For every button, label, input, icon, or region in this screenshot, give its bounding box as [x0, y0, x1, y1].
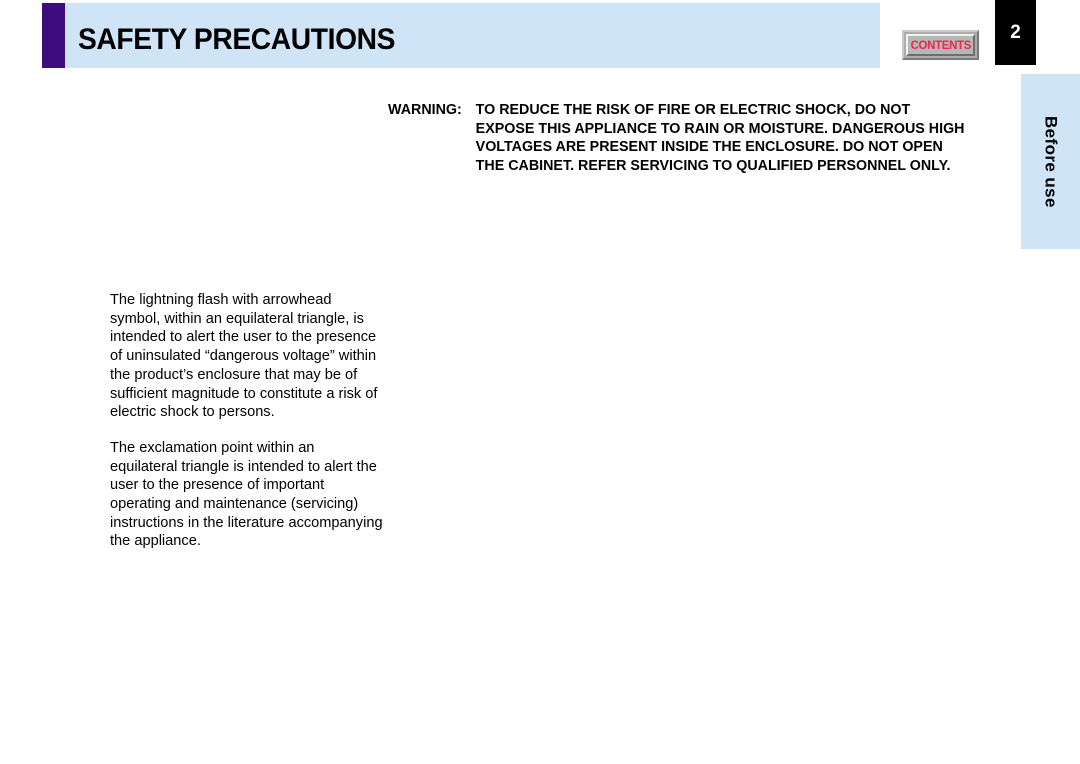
- section-tab-label: Before use: [1041, 115, 1061, 208]
- body-paragraph: The exclamation point within an equilate…: [110, 439, 383, 550]
- warning-block: WARNING: TO REDUCE THE RISK OF FIRE OR EL…: [388, 101, 1013, 175]
- header-accent-bar: [42, 3, 65, 68]
- warning-line: EXPOSE THIS APPLIANCE TO RAIN OR MOISTUR…: [475, 120, 965, 137]
- body-column: The lightning flash with arrowhead symbo…: [110, 291, 385, 551]
- page-title: SAFETY PRECAUTIONS: [78, 23, 396, 56]
- warning-line: WARNING: TO REDUCE THE RISK OF FIRE OR EL…: [388, 101, 1004, 120]
- warning-line-text: TO REDUCE THE RISK OF FIRE OR ELECTRIC S…: [475, 102, 911, 118]
- contents-button[interactable]: CONTENTS: [902, 30, 979, 60]
- page-number-badge: 2: [995, 0, 1036, 65]
- manual-page: SAFETY PRECAUTIONS CONTENTS 2 Before use…: [0, 0, 1080, 764]
- contents-button-label: CONTENTS: [910, 38, 971, 52]
- body-paragraph: The lightning flash with arrowhead symbo…: [110, 292, 378, 421]
- warning-label: WARNING:: [388, 102, 462, 118]
- page-number: 2: [1010, 21, 1021, 43]
- contents-button-face: CONTENTS: [906, 34, 975, 56]
- warning-line: VOLTAGES ARE PRESENT INSIDE THE ENCLOSUR…: [475, 139, 943, 156]
- section-tab-before-use[interactable]: Before use: [1021, 74, 1080, 249]
- warning-line: THE CABINET. REFER SERVICING TO QUALIFIE…: [475, 157, 951, 174]
